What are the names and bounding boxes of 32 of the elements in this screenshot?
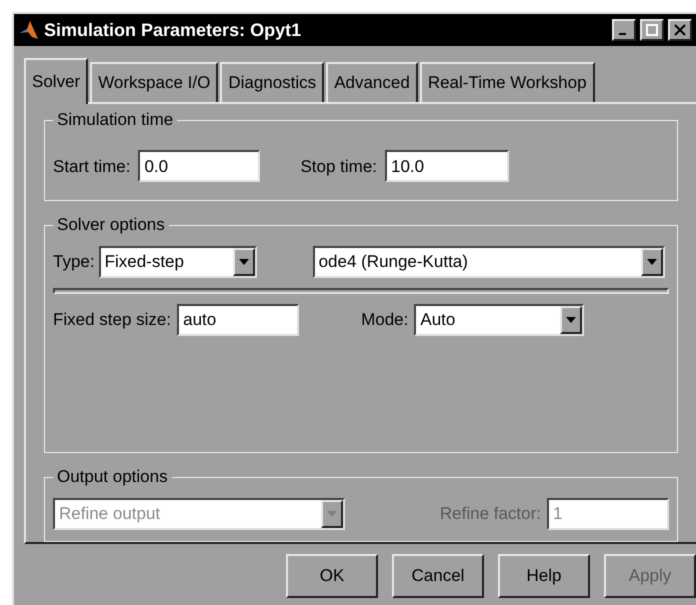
caret-icon — [327, 510, 337, 517]
solver-dropdown[interactable]: ode4 (Runge-Kutta) — [312, 246, 665, 278]
stop-time-field[interactable]: 10.0 — [385, 150, 510, 182]
field-label: Fixed step size: — [53, 309, 172, 332]
tab[interactable]: Diagnostics — [220, 62, 324, 102]
field-label: Refine factor: — [440, 502, 541, 525]
logo-icon — [18, 19, 40, 41]
tab[interactable]: Real-Time Workshop — [420, 62, 595, 102]
window-title: Simulation Parameters: Opyt1 — [44, 18, 302, 42]
field-label: Start time: — [53, 156, 130, 178]
type-dropdown[interactable]: Fixed-step — [98, 246, 257, 278]
tab[interactable]: Advanced — [326, 62, 418, 102]
dropdown-arrow-button[interactable] — [640, 248, 663, 276]
field-label: Type: — [53, 251, 95, 274]
field-label: Mode: — [361, 309, 408, 332]
dropdown-arrow-button[interactable] — [560, 306, 582, 334]
caret-icon — [566, 316, 576, 323]
start-time-field[interactable]: 0.0 — [138, 150, 260, 182]
caret-icon — [238, 258, 249, 265]
maximize-icon[interactable] — [640, 19, 664, 41]
dialog-button[interactable]: OK — [286, 554, 378, 598]
tab[interactable]: Workspace I/O — [90, 62, 218, 102]
mode-dropdown[interactable]: Auto — [414, 304, 584, 336]
dialog-button[interactable]: Help — [498, 554, 590, 598]
tab[interactable]: Solver — [24, 58, 88, 104]
step-size-field[interactable]: auto — [177, 304, 300, 336]
dialog-button[interactable]: Cancel — [392, 554, 484, 598]
minimize-icon[interactable] — [612, 19, 636, 41]
close-icon[interactable] — [668, 19, 692, 41]
caret-icon — [646, 258, 657, 265]
field-label: Stop time: — [300, 156, 378, 178]
dropdown-arrow-button[interactable] — [232, 248, 255, 276]
